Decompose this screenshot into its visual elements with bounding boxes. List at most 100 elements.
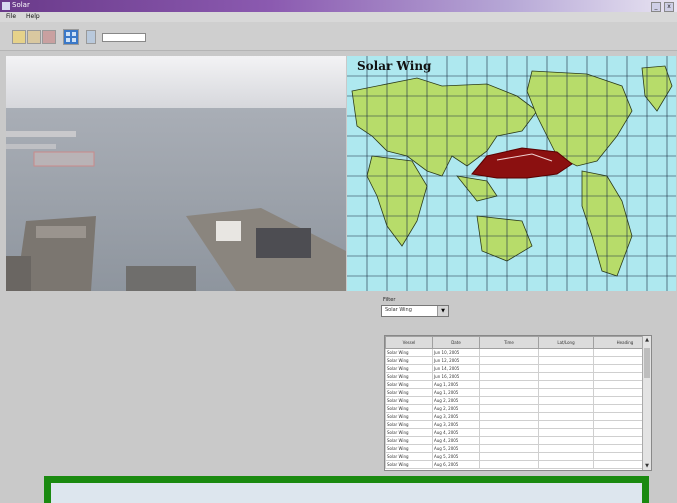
table-cell: Solar Wing: [385, 452, 433, 461]
table-row[interactable]: Solar Wing Jun 16, 2005: [385, 372, 651, 381]
table-cell: [479, 420, 539, 429]
table-row[interactable]: Solar Wing Jun 12, 2005: [385, 356, 651, 365]
column-header-date[interactable]: Date: [432, 336, 480, 349]
table-cell: Solar Wing: [385, 420, 433, 429]
app-icon: [2, 2, 10, 10]
table-cell: [538, 380, 594, 389]
table-cell: Aug 3, 2005: [432, 412, 480, 421]
table-cell: Aug 2, 2005: [432, 404, 480, 413]
coordinate-readout: [102, 33, 146, 42]
table-cell: [538, 428, 594, 437]
table-cell: Solar Wing: [385, 412, 433, 421]
table-cell: [538, 420, 594, 429]
chevron-down-icon[interactable]: ▼: [437, 306, 448, 316]
table-cell: Solar Wing: [385, 396, 433, 405]
toolbar: [0, 22, 677, 51]
table-cell: [538, 364, 594, 373]
table-cell: [538, 348, 594, 357]
position-table[interactable]: Vessel Date Time Lat/Long Heading Solar …: [384, 335, 652, 471]
table-cell: Aug 5, 2005: [432, 444, 480, 453]
table-row[interactable]: Solar Wing Aug 2, 2005: [385, 404, 651, 413]
table-row[interactable]: Solar Wing Jun 10, 2005: [385, 348, 651, 357]
table-cell: Solar Wing: [385, 356, 433, 365]
world-map[interactable]: Solar Wing: [347, 56, 676, 291]
print-icon[interactable]: [42, 30, 56, 44]
scroll-down-icon[interactable]: ▼: [643, 462, 651, 470]
table-cell: [538, 396, 594, 405]
save-icon[interactable]: [27, 30, 41, 44]
table-cell: Aug 6, 2005: [432, 460, 480, 469]
table-cell: Solar Wing: [385, 380, 433, 389]
table-cell: Solar Wing: [385, 404, 433, 413]
vessel-select[interactable]: Solar Wing ▼: [381, 305, 449, 317]
table-row[interactable]: Solar Wing Aug 1, 2005: [385, 388, 651, 397]
map-title: Solar Wing: [357, 59, 432, 73]
highlight-panel: [44, 476, 649, 503]
table-cell: Aug 4, 2005: [432, 436, 480, 445]
table-cell: [479, 444, 539, 453]
layers-icon[interactable]: [86, 30, 96, 44]
table-cell: [538, 404, 594, 413]
table-cell: Jun 14, 2005: [432, 364, 480, 373]
table-cell: Solar Wing: [385, 348, 433, 357]
vessel-select-value: Solar Wing: [385, 307, 412, 313]
table-cell: Solar Wing: [385, 428, 433, 437]
table-row[interactable]: Solar Wing Aug 5, 2005: [385, 444, 651, 453]
camera-view[interactable]: [6, 56, 346, 291]
close-button[interactable]: x: [664, 2, 674, 12]
table-cell: [479, 452, 539, 461]
menu-bar: File Help: [0, 12, 677, 22]
table-row[interactable]: Solar Wing Aug 4, 2005: [385, 436, 651, 445]
table-row[interactable]: Solar Wing Aug 5, 2005: [385, 452, 651, 461]
scroll-up-icon[interactable]: ▲: [643, 336, 651, 344]
filter-label: Filter: [383, 297, 396, 303]
minimize-button[interactable]: _: [651, 2, 661, 12]
table-cell: [538, 356, 594, 365]
table-row[interactable]: Solar Wing Aug 3, 2005: [385, 420, 651, 429]
table-row[interactable]: Solar Wing Aug 3, 2005: [385, 412, 651, 421]
table-cell: Solar Wing: [385, 444, 433, 453]
scroll-thumb[interactable]: [644, 348, 650, 378]
table-cell: [479, 380, 539, 389]
open-icon[interactable]: [12, 30, 26, 44]
table-cell: [479, 460, 539, 469]
table-cell: Aug 1, 2005: [432, 388, 480, 397]
table-cell: [538, 452, 594, 461]
table-scrollbar[interactable]: ▲ ▼: [642, 336, 651, 470]
table-cell: [479, 412, 539, 421]
column-header-time[interactable]: Time: [479, 336, 539, 349]
table-row[interactable]: Solar Wing Aug 1, 2005: [385, 380, 651, 389]
table-cell: Jun 10, 2005: [432, 348, 480, 357]
table-cell: [479, 356, 539, 365]
table-cell: [538, 436, 594, 445]
column-header-vessel[interactable]: Vessel: [385, 336, 433, 349]
table-cell: Aug 2, 2005: [432, 396, 480, 405]
table-cell: [538, 372, 594, 381]
table-cell: [479, 388, 539, 397]
window-title: Solar: [12, 1, 30, 9]
table-cell: Solar Wing: [385, 372, 433, 381]
column-header-latlong[interactable]: Lat/Long: [538, 336, 594, 349]
table-cell: Aug 5, 2005: [432, 452, 480, 461]
table-row[interactable]: Solar Wing Aug 4, 2005: [385, 428, 651, 437]
table-cell: [538, 444, 594, 453]
table-row[interactable]: Solar Wing Aug 2, 2005: [385, 396, 651, 405]
grid-view-icon[interactable]: [63, 29, 79, 45]
menu-help[interactable]: Help: [26, 13, 40, 20]
table-cell: [479, 396, 539, 405]
menu-file[interactable]: File: [6, 13, 16, 20]
table-row[interactable]: Solar Wing Aug 6, 2005: [385, 460, 651, 469]
table-cell: Solar Wing: [385, 364, 433, 373]
table-cell: [538, 460, 594, 469]
table-cell: Solar Wing: [385, 388, 433, 397]
table-cell: [538, 412, 594, 421]
table-cell: Jun 16, 2005: [432, 372, 480, 381]
table-row[interactable]: Solar Wing Jun 14, 2005: [385, 364, 651, 373]
table-cell: [479, 372, 539, 381]
table-cell: Jun 12, 2005: [432, 356, 480, 365]
table-cell: Aug 1, 2005: [432, 380, 480, 389]
table-cell: Aug 4, 2005: [432, 428, 480, 437]
table-cell: [479, 436, 539, 445]
table-cell: [479, 348, 539, 357]
table-cell: Solar Wing: [385, 460, 433, 469]
